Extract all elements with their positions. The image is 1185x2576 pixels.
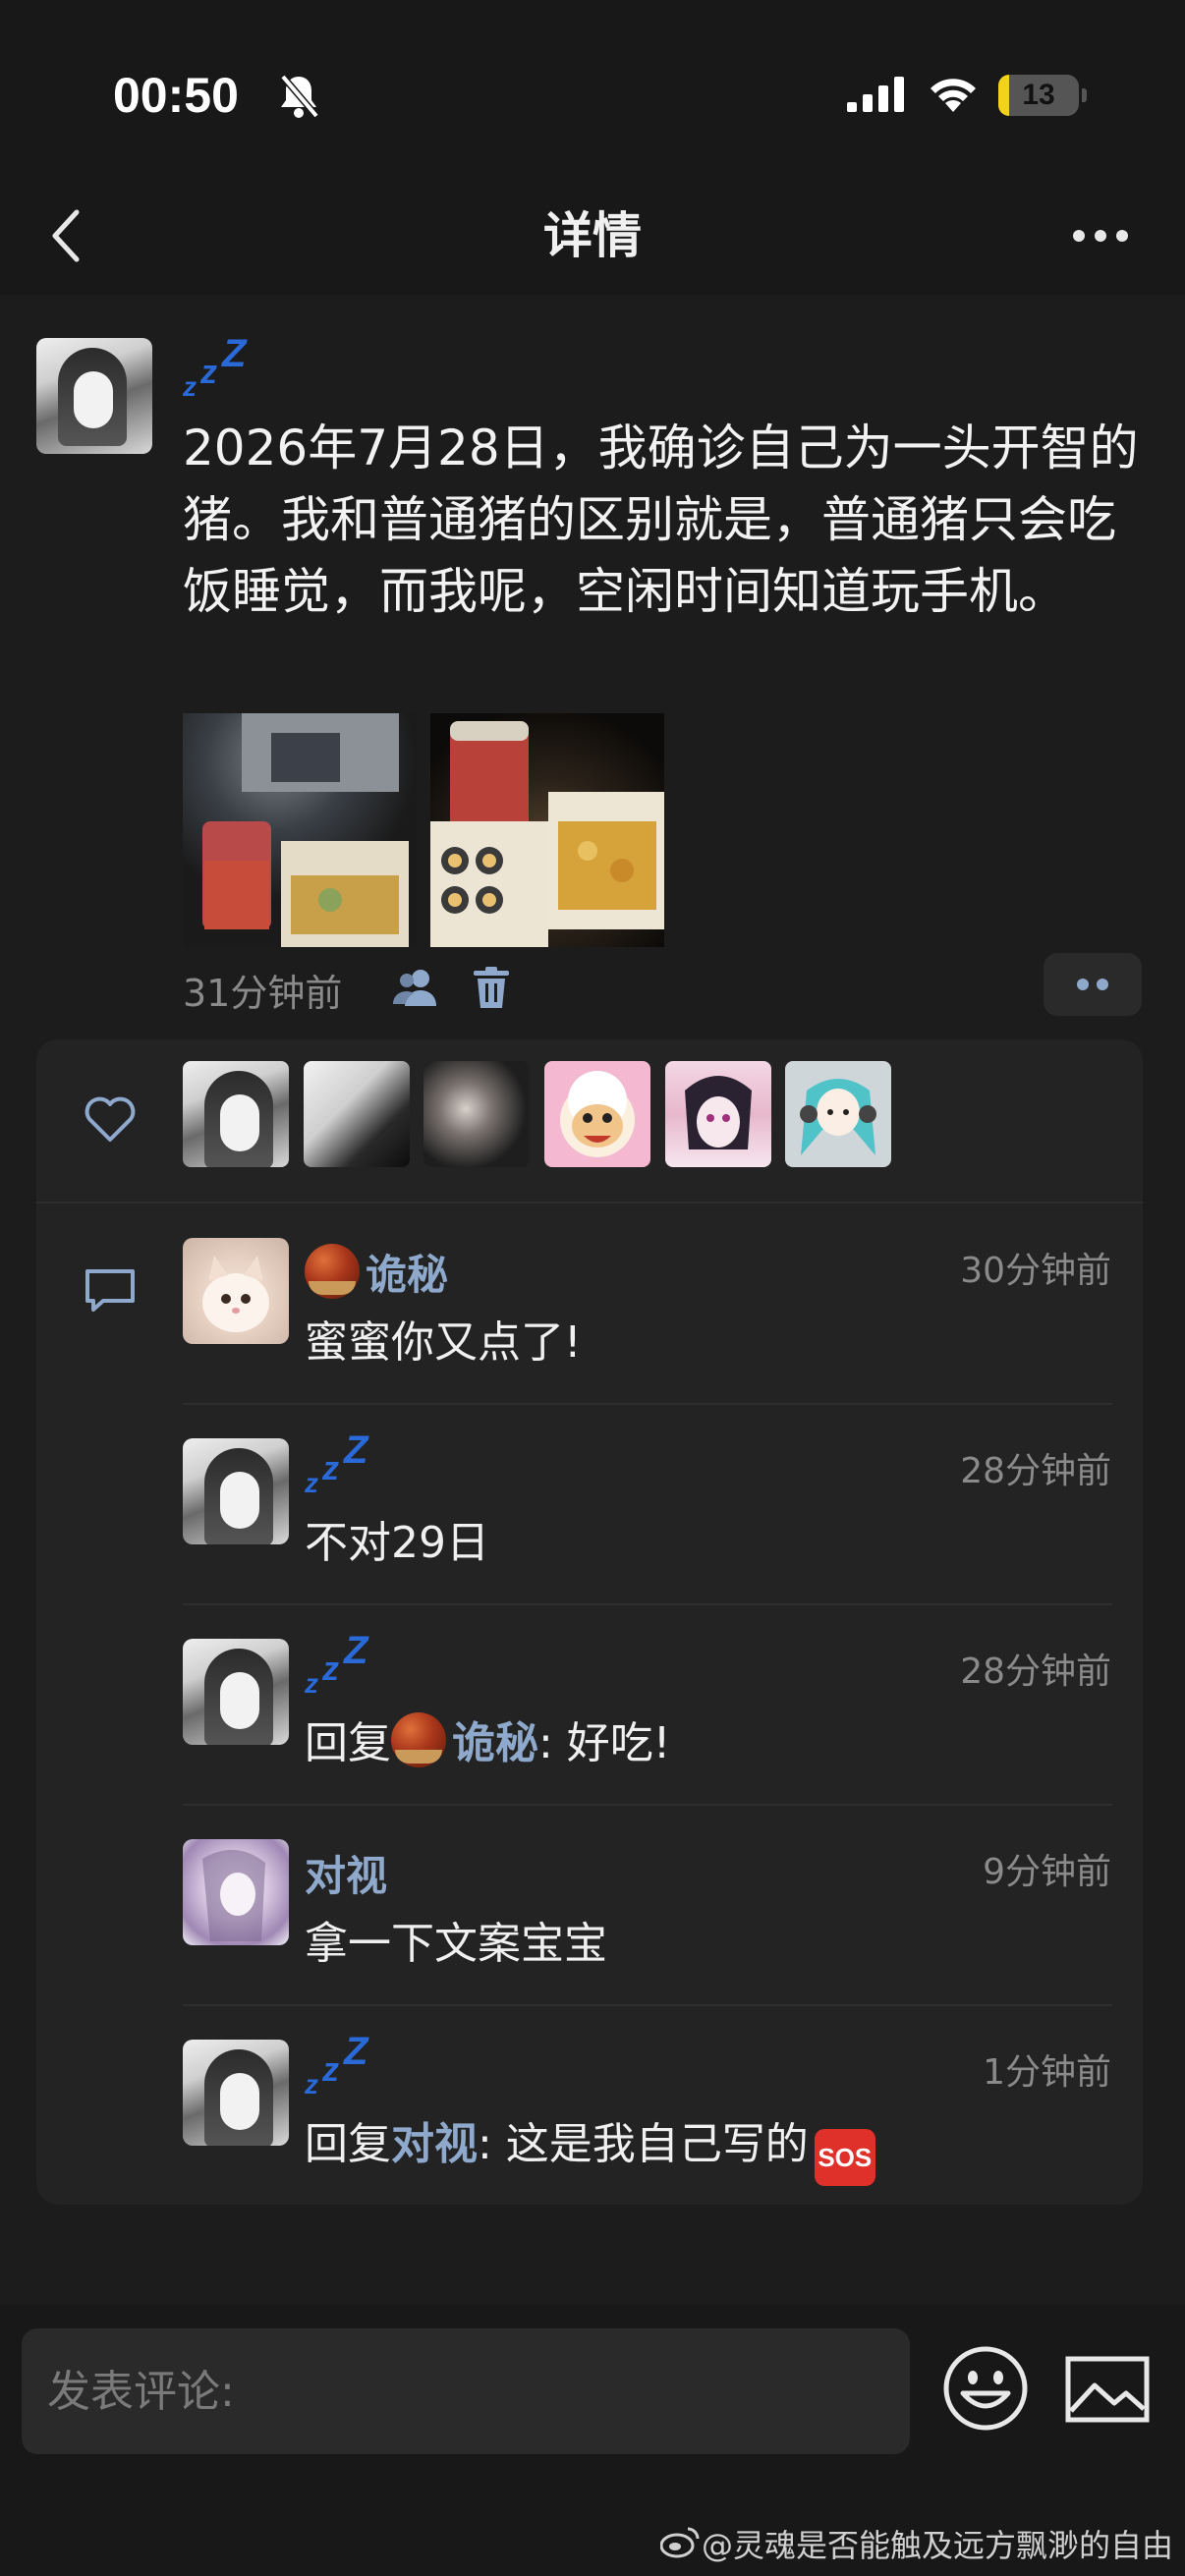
nav-bar: 详情 xyxy=(0,177,1185,295)
more-dots-icon[interactable] xyxy=(1044,953,1142,1016)
reply-text: : 这是我自己写的 xyxy=(478,2119,809,2169)
comment-author[interactable]: 诡秘 xyxy=(305,1242,448,1302)
comment-item[interactable]: 诡秘 30分钟前 蜜蜜你又点了! xyxy=(36,1204,1143,1405)
battery-nub xyxy=(1082,88,1087,102)
bell-slash-icon xyxy=(280,74,319,119)
interaction-panel: 诡秘 30分钟前 蜜蜜你又点了! z z Z 28分钟前 不对29日 z z Z… xyxy=(36,1039,1143,2205)
liker-avatar-4[interactable] xyxy=(544,1061,650,1167)
comment-avatar[interactable] xyxy=(183,1238,289,1344)
comment-text: 回复 诡秘: 好吃! xyxy=(305,1708,670,1770)
reply-prefix: 回复 xyxy=(305,1718,391,1768)
status-bar: 00:50 13 xyxy=(0,0,1185,177)
chestnut-emoji-icon xyxy=(391,1712,446,1767)
comment-author[interactable]: 对视 xyxy=(305,1843,387,1903)
comment-avatar[interactable] xyxy=(183,2040,289,2146)
sos-emoji-icon: SOS xyxy=(814,2129,875,2186)
chestnut-emoji-icon xyxy=(305,1244,360,1299)
post-photo-2[interactable] xyxy=(430,713,664,947)
reply-text: : 好吃! xyxy=(538,1718,671,1768)
comment-text: 回复对视: 这是我自己写的 SOS xyxy=(305,2108,875,2186)
liker-avatar-5[interactable] xyxy=(665,1061,771,1167)
cellular-signal-icon xyxy=(847,77,904,112)
comment-item[interactable]: 对视 9分钟前 拿一下文案宝宝 xyxy=(36,1806,1143,2006)
comment-avatar[interactable] xyxy=(183,1839,289,1945)
comment-author-zzz[interactable]: z z Z xyxy=(305,1629,373,1704)
comment-time: 1分钟前 xyxy=(983,2052,1111,2093)
emoji-icon[interactable] xyxy=(941,2344,1030,2433)
comment-text: 蜜蜜你又点了! xyxy=(305,1317,582,1368)
image-icon[interactable] xyxy=(1065,2356,1150,2423)
comment-author-zzz[interactable]: z z Z xyxy=(305,1428,373,1503)
comment-avatar[interactable] xyxy=(183,1438,289,1544)
comment-item[interactable]: z z Z 28分钟前 回复 诡秘: 好吃! xyxy=(36,1605,1143,1806)
likes-divider xyxy=(36,1202,1143,1204)
page-title: 详情 xyxy=(543,207,642,264)
weibo-logo-icon xyxy=(660,2527,700,2558)
author-avatar[interactable] xyxy=(36,338,152,454)
comment-item[interactable]: z z Z 28分钟前 不对29日 xyxy=(36,1405,1143,1605)
post-time: 31分钟前 xyxy=(183,972,343,1015)
comment-author-name: 诡秘 xyxy=(366,1251,449,1299)
comment-author-zzz[interactable]: z z Z xyxy=(305,2030,373,2104)
status-time: 00:50 xyxy=(113,68,239,123)
liker-avatar-1[interactable] xyxy=(183,1061,289,1167)
comment-time: 9分钟前 xyxy=(983,1852,1111,1892)
comment-text: 不对29日 xyxy=(305,1518,489,1568)
post-photo-1[interactable] xyxy=(183,713,417,947)
reply-prefix: 回复 xyxy=(305,2119,391,2169)
watermark-text: @灵魂是否能触及远方飘渺的自由 xyxy=(701,2527,1173,2564)
liker-avatar-3[interactable] xyxy=(423,1061,530,1167)
comment-time: 28分钟前 xyxy=(960,1451,1111,1491)
comment-time: 30分钟前 xyxy=(960,1251,1111,1291)
comment-avatar[interactable] xyxy=(183,1639,289,1745)
reply-mention[interactable]: 诡秘 xyxy=(452,1718,538,1768)
trash-icon[interactable] xyxy=(474,967,509,1008)
comment-input[interactable] xyxy=(22,2328,910,2454)
ellipsis-icon[interactable] xyxy=(1071,228,1130,244)
reply-mention[interactable]: 对视 xyxy=(391,2119,478,2169)
battery-percent: 13 xyxy=(1022,79,1055,111)
liker-avatar-2[interactable] xyxy=(304,1061,410,1167)
comment-text: 拿一下文案宝宝 xyxy=(305,1919,607,1969)
heart-outline-icon[interactable] xyxy=(84,1096,137,1144)
comment-item[interactable]: z z Z 1分钟前 回复对视: 这是我自己写的 SOS xyxy=(36,2006,1143,2207)
author-name-zzz[interactable]: z z Z xyxy=(183,332,252,409)
people-icon[interactable] xyxy=(391,967,440,1006)
wifi-icon xyxy=(931,79,976,112)
battery-icon: 13 xyxy=(998,75,1087,116)
post-text: 2026年7月28日，我确诊自己为一头开智的猪。我和普通猪的区别就是，普通猪只会… xyxy=(183,420,1139,620)
liker-avatar-6[interactable] xyxy=(785,1061,891,1167)
comment-time: 28分钟前 xyxy=(960,1652,1111,1692)
